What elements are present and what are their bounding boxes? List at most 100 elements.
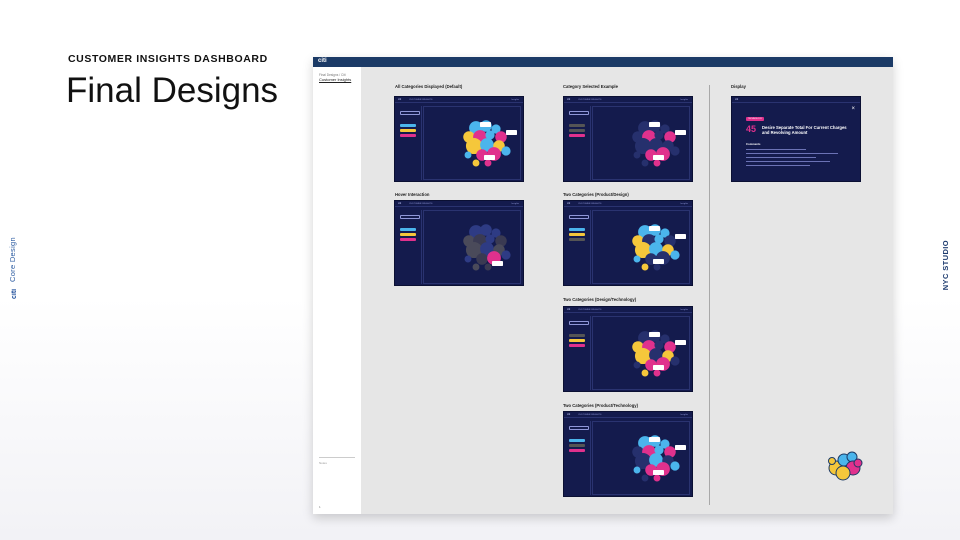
mini-bubble[interactable] bbox=[641, 369, 649, 377]
mini-bubble[interactable] bbox=[633, 466, 641, 474]
section-label-blue-pink: Two Categories (Product/Technology) bbox=[563, 403, 638, 408]
mini-category-chip[interactable] bbox=[569, 339, 585, 342]
mini-bubble-label bbox=[653, 155, 664, 160]
mini-topbar: citi CUSTOMER INSIGHTS Insights bbox=[564, 97, 692, 103]
mini-category-chip[interactable] bbox=[400, 129, 416, 132]
mini-screen-blue-pink[interactable]: citi CUSTOMER INSIGHTS Insights bbox=[563, 411, 693, 497]
mini-category-chip[interactable] bbox=[400, 228, 416, 231]
comment-line bbox=[746, 165, 810, 166]
detail-topbar: citi bbox=[732, 97, 860, 103]
mini-category-chip[interactable] bbox=[400, 238, 416, 241]
category-pill: TECHNOLOGY bbox=[746, 117, 764, 121]
mini-bubble-label bbox=[675, 130, 686, 135]
citi-logo: citi bbox=[11, 288, 18, 299]
mini-bubble[interactable] bbox=[472, 159, 480, 167]
mini-bubble[interactable] bbox=[484, 159, 492, 167]
mini-bubble-label bbox=[675, 234, 686, 239]
mini-bubble[interactable] bbox=[670, 146, 680, 156]
mini-bubble-chart bbox=[632, 330, 686, 377]
close-icon[interactable]: × bbox=[851, 106, 855, 112]
detail-screen[interactable]: citi × TECHNOLOGY 45 Desire Separate Tot… bbox=[731, 96, 861, 182]
mini-bubble-chart bbox=[632, 435, 686, 482]
mini-bubble-label bbox=[649, 122, 660, 127]
mini-bubble[interactable] bbox=[480, 224, 492, 236]
mini-bubble[interactable] bbox=[501, 250, 511, 260]
mini-category-chip[interactable] bbox=[569, 449, 585, 452]
mini-category-chip[interactable] bbox=[569, 228, 585, 231]
mini-search-box[interactable] bbox=[569, 321, 589, 325]
mini-category-chip[interactable] bbox=[569, 233, 585, 236]
detail-app-title: citi bbox=[735, 98, 739, 101]
mini-bubble[interactable] bbox=[653, 369, 661, 377]
mini-bubble-label bbox=[653, 470, 664, 475]
mini-bubble[interactable] bbox=[633, 151, 641, 159]
mini-category-chip[interactable] bbox=[569, 334, 585, 337]
mini-category-chip[interactable] bbox=[569, 344, 585, 347]
mini-bubble-label bbox=[484, 155, 495, 160]
mini-bubble[interactable] bbox=[670, 356, 680, 366]
mini-bubble-label bbox=[649, 226, 660, 231]
mini-topbar: citi CUSTOMER INSIGHTS Insights bbox=[564, 201, 692, 207]
mini-nav: Insights bbox=[680, 202, 688, 205]
frame-logo: citi bbox=[318, 58, 327, 64]
mini-category-chip[interactable] bbox=[569, 129, 585, 132]
mini-bubble[interactable] bbox=[472, 263, 480, 271]
mini-bubble-chart bbox=[632, 120, 686, 167]
comments-heading: Comments bbox=[746, 142, 761, 146]
mini-topbar: citi CUSTOMER INSIGHTS Insights bbox=[564, 412, 692, 418]
mini-app-name: CUSTOMER INSIGHTS bbox=[409, 98, 433, 101]
mini-bubble-chart bbox=[463, 224, 511, 271]
mini-bubble-chart bbox=[463, 120, 517, 167]
breadcrumb-link[interactable]: Customer Insights bbox=[319, 77, 351, 82]
mini-category-chip[interactable] bbox=[569, 134, 585, 137]
mini-bubble[interactable] bbox=[464, 151, 472, 159]
mini-bubble[interactable] bbox=[641, 159, 649, 167]
mini-search-box[interactable] bbox=[569, 215, 589, 219]
mini-category-chip[interactable] bbox=[569, 444, 585, 447]
brand-text: Core Design bbox=[8, 237, 17, 282]
mini-bubble[interactable] bbox=[464, 255, 472, 263]
mini-bubble[interactable] bbox=[670, 461, 680, 471]
mini-filter-panel bbox=[398, 210, 422, 284]
mini-logo: citi bbox=[567, 308, 571, 311]
slide-eyebrow: CUSTOMER INSIGHTS DASHBOARD bbox=[68, 53, 268, 65]
insight-headline: Desire Separate Total For Current Charge… bbox=[762, 125, 847, 135]
mini-bubble[interactable] bbox=[653, 263, 661, 271]
mini-bubble[interactable] bbox=[633, 255, 641, 263]
mini-nav: Insights bbox=[680, 413, 688, 416]
mini-logo: citi bbox=[567, 98, 571, 101]
mini-screen-all[interactable]: citi CUSTOMER INSIGHTS Insights bbox=[394, 96, 524, 182]
mini-category-chip[interactable] bbox=[569, 439, 585, 442]
mini-logo: citi bbox=[398, 202, 402, 205]
mini-screen-blue-yellow[interactable]: citi CUSTOMER INSIGHTS Insights bbox=[563, 200, 693, 286]
mini-app-name: CUSTOMER INSIGHTS bbox=[578, 202, 602, 205]
mini-nav: Insights bbox=[680, 308, 688, 311]
section-label-hover: Hover Interaction bbox=[395, 192, 430, 197]
mini-bubble[interactable] bbox=[476, 253, 488, 265]
mini-search-box[interactable] bbox=[569, 111, 589, 115]
mini-bubble[interactable] bbox=[484, 263, 492, 271]
mini-bubble[interactable] bbox=[653, 159, 661, 167]
mini-bubble[interactable] bbox=[633, 361, 641, 369]
mini-category-chip[interactable] bbox=[400, 124, 416, 127]
mini-bubble[interactable] bbox=[670, 250, 680, 260]
mini-bubble[interactable] bbox=[641, 474, 649, 482]
mini-bubble-label bbox=[653, 365, 664, 370]
mini-screen-pink[interactable]: citi CUSTOMER INSIGHTS Insights bbox=[563, 96, 693, 182]
mini-screen-hover[interactable]: citi CUSTOMER INSIGHTS Insights bbox=[394, 200, 524, 286]
mini-logo: citi bbox=[567, 202, 571, 205]
mini-category-chip[interactable] bbox=[400, 134, 416, 137]
mini-bubble[interactable] bbox=[501, 146, 511, 156]
mini-category-chip[interactable] bbox=[400, 233, 416, 236]
mini-bubble-label bbox=[506, 130, 517, 135]
mini-search-box[interactable] bbox=[400, 215, 420, 219]
mini-category-chip[interactable] bbox=[569, 238, 585, 241]
mini-category-chip[interactable] bbox=[569, 124, 585, 127]
section-label-yellow-pink: Two Categories (Design/Technology) bbox=[563, 297, 637, 302]
sidebar-footer-note: Notes bbox=[319, 461, 327, 465]
mini-screen-yellow-pink[interactable]: citi CUSTOMER INSIGHTS Insights bbox=[563, 306, 693, 392]
mini-search-box[interactable] bbox=[400, 111, 420, 115]
mini-bubble[interactable] bbox=[641, 263, 649, 271]
mini-search-box[interactable] bbox=[569, 426, 589, 430]
mini-bubble[interactable] bbox=[653, 474, 661, 482]
